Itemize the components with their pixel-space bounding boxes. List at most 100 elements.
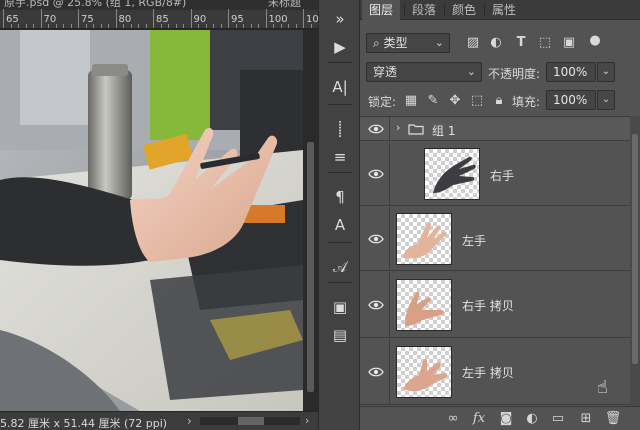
layer-group-row[interactable]: › 组 1 bbox=[360, 117, 630, 141]
ruler-tick bbox=[10, 24, 12, 28]
ruler-tick bbox=[220, 24, 222, 28]
play-icon[interactable]: ▶ bbox=[328, 36, 352, 58]
ruler-tick bbox=[138, 24, 139, 28]
fill-field[interactable]: 100% ⌄ bbox=[546, 90, 615, 110]
ruler-tick bbox=[18, 24, 19, 28]
document-tab-second[interactable]: 未标题 bbox=[268, 0, 301, 10]
layer-row[interactable]: 左手 拷贝 bbox=[360, 339, 630, 405]
lock-all-icon[interactable]: 🔒︎ bbox=[490, 93, 508, 109]
layer-name[interactable]: 左手 拷贝 bbox=[462, 364, 514, 381]
filter-toggle-icon[interactable]: ● bbox=[586, 33, 604, 49]
scrollbar-thumb[interactable] bbox=[307, 142, 314, 392]
lock-transparent-pixels-icon[interactable]: ▦ bbox=[402, 93, 420, 109]
collapse-panels-icon[interactable]: » bbox=[328, 8, 352, 30]
lock-position-icon[interactable]: ✥ bbox=[446, 93, 464, 109]
layer-name[interactable]: 组 1 bbox=[432, 122, 455, 139]
layer-name[interactable]: 右手 拷贝 bbox=[462, 297, 514, 314]
layers-panel-footer: ∞ fx ◙ ◐ ▭ ⊞ 🗑︎ bbox=[360, 406, 640, 430]
document-size-info[interactable]: 5.82 厘米 x 51.44 厘米 (72 ppi) bbox=[0, 415, 167, 430]
ruler-tick bbox=[198, 24, 199, 28]
visibility-eye-icon[interactable] bbox=[368, 299, 384, 311]
fill-value: 100% bbox=[553, 93, 588, 107]
tool-separator bbox=[328, 62, 352, 63]
character-icon[interactable]: A| bbox=[328, 76, 352, 98]
layer-row[interactable]: 右手 bbox=[360, 142, 630, 206]
ruler-tick bbox=[273, 24, 274, 28]
ruler-tick bbox=[183, 24, 184, 28]
layer-thumbnail bbox=[396, 346, 452, 398]
adjustment-layer-icon[interactable]: ◐ bbox=[523, 411, 541, 427]
ruler-tick bbox=[108, 24, 109, 28]
notes-icon[interactable]: ▤ bbox=[328, 324, 352, 346]
canvas-image[interactable] bbox=[0, 30, 303, 411]
link-layers-icon[interactable]: ∞ bbox=[444, 411, 462, 427]
vertical-scrollbar[interactable] bbox=[303, 30, 318, 411]
ruler-tick bbox=[123, 24, 124, 28]
scroll-right-arrow-icon[interactable]: › bbox=[305, 414, 309, 427]
lock-image-pixels-icon[interactable]: ✎ bbox=[424, 93, 442, 109]
ruler-tick bbox=[153, 9, 154, 28]
ruler-label: 100 bbox=[268, 14, 288, 25]
tab-color[interactable]: 颜色 bbox=[445, 0, 483, 20]
new-group-icon[interactable]: ▭ bbox=[549, 411, 567, 427]
visibility-eye-icon[interactable] bbox=[368, 366, 384, 378]
layer-thumbnail bbox=[396, 279, 452, 331]
opacity-value: 100% bbox=[553, 65, 588, 79]
ruler-tick bbox=[175, 24, 177, 28]
ruler-tick bbox=[40, 9, 42, 28]
layer-mask-icon[interactable]: ◙ bbox=[497, 411, 515, 427]
shape-filter-icon[interactable]: ⬚ bbox=[536, 35, 554, 51]
opacity-label: 不透明度: bbox=[488, 67, 541, 81]
layers-list-scrollbar[interactable] bbox=[630, 116, 640, 406]
paragraph-icon[interactable]: ¶ bbox=[328, 186, 352, 208]
brush-settings-icon[interactable]: ⸽ bbox=[328, 118, 352, 140]
opacity-field[interactable]: 100% ⌄ bbox=[546, 62, 615, 82]
tool-separator bbox=[328, 282, 352, 283]
visibility-eye-icon[interactable] bbox=[368, 233, 384, 245]
tab-layers[interactable]: 图层 bbox=[362, 0, 401, 20]
adjustments-icon[interactable]: ≡ bbox=[328, 146, 352, 168]
document-canvas-area: 原手.psd @ 25.8% (组 1, RGB/8#) 未标题 65 70 75 8… bbox=[0, 0, 334, 430]
image-filter-icon[interactable]: ▨ bbox=[464, 35, 482, 51]
prevent-auto-nesting-icon[interactable]: ⬚ bbox=[468, 93, 486, 109]
status-menu-arrow-icon[interactable]: › bbox=[187, 414, 192, 428]
opacity-chevron-icon[interactable]: ⌄ bbox=[597, 62, 615, 82]
new-layer-icon[interactable]: ⊞ bbox=[577, 411, 595, 427]
group-expand-chevron-icon[interactable]: › bbox=[396, 121, 400, 134]
layer-row[interactable]: 右手 拷贝 bbox=[360, 272, 630, 338]
delete-layer-icon[interactable]: 🗑︎ bbox=[604, 411, 622, 427]
folder-icon bbox=[408, 124, 424, 135]
tab-paragraph[interactable]: 段落 bbox=[405, 0, 443, 20]
layer-name[interactable]: 左手 bbox=[462, 232, 486, 249]
ruler-label: 70 bbox=[43, 14, 57, 25]
ruler-tick bbox=[115, 9, 117, 28]
document-tab-active[interactable]: 原手.psd @ 25.8% (组 1, RGB/8#) bbox=[4, 0, 186, 10]
layer-name[interactable]: 右手 bbox=[490, 167, 514, 184]
visibility-eye-icon[interactable] bbox=[368, 123, 384, 135]
ruler-tick bbox=[213, 24, 214, 28]
properties-icon[interactable]: ▣ bbox=[328, 296, 352, 318]
type-filter-icon[interactable]: T bbox=[512, 35, 530, 51]
horizontal-ruler: 65 70 75 80 85 90 95 100 105 bbox=[0, 9, 334, 29]
tab-properties[interactable]: 属性 bbox=[485, 0, 523, 20]
ruler-tick bbox=[130, 24, 132, 28]
ruler-tick bbox=[3, 9, 4, 28]
visibility-eye-icon[interactable] bbox=[368, 168, 384, 180]
blend-mode-dropdown[interactable]: 穿透 ⌄ bbox=[366, 62, 482, 82]
horizontal-scrollbar[interactable] bbox=[200, 417, 300, 425]
smart-object-filter-icon[interactable]: ▣ bbox=[560, 35, 578, 51]
ruler-tick bbox=[70, 24, 72, 28]
fill-chevron-icon[interactable]: ⌄ bbox=[597, 90, 615, 110]
adjustment-filter-icon[interactable]: ◐ bbox=[487, 35, 505, 51]
ruler-tick bbox=[228, 9, 229, 28]
blend-mode-value: 穿透 bbox=[373, 65, 398, 79]
horizontal-scrollbar-thumb[interactable] bbox=[238, 417, 264, 425]
layer-row[interactable]: 左手 bbox=[360, 207, 630, 271]
ruler-label: 85 bbox=[156, 14, 169, 25]
character-style-icon[interactable]: A bbox=[328, 214, 352, 236]
document-tab-bar: 原手.psd @ 25.8% (组 1, RGB/8#) 未标题 bbox=[0, 0, 318, 10]
layer-filter-dropdown[interactable]: ⌕ 类型 ⌄ bbox=[366, 33, 450, 53]
fx-icon[interactable]: fx bbox=[470, 411, 488, 427]
scrollbar-thumb[interactable] bbox=[632, 134, 638, 364]
glyphs-icon[interactable]: 𝒜 bbox=[328, 256, 352, 278]
